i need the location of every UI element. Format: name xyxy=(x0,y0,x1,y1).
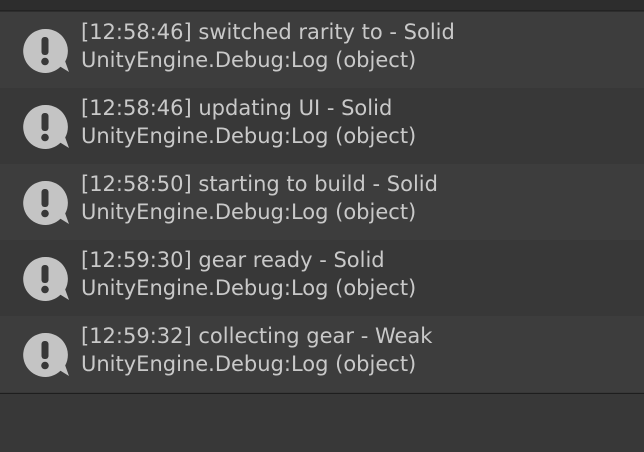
log-entry[interactable]: [12:58:46] switched rarity to - Solid Un… xyxy=(0,12,644,88)
log-message: [12:58:46] updating UI - Solid xyxy=(81,96,393,120)
divider xyxy=(0,10,644,11)
log-message: [12:58:46] switched rarity to - Solid xyxy=(81,20,455,44)
log-message: [12:59:32] collecting gear - Weak xyxy=(81,324,433,348)
log-entry[interactable]: [12:59:32] collecting gear - Weak UnityE… xyxy=(0,316,644,392)
log-stack-trace: UnityEngine.Debug:Log (object) xyxy=(81,276,417,300)
log-stack-trace: UnityEngine.Debug:Log (object) xyxy=(81,124,417,148)
unity-console-window: [12:58:46] switched rarity to - Solid Un… xyxy=(0,0,644,452)
info-speech-bubble-icon xyxy=(23,256,69,301)
log-entry[interactable]: [12:58:46] updating UI - Solid UnityEngi… xyxy=(0,88,644,164)
info-speech-bubble-icon xyxy=(23,104,69,149)
log-detail-pane[interactable] xyxy=(0,394,644,452)
log-stack-trace: UnityEngine.Debug:Log (object) xyxy=(81,200,417,224)
info-speech-bubble-icon xyxy=(23,180,69,225)
info-speech-bubble-icon xyxy=(23,28,69,73)
log-message: [12:59:30] gear ready - Solid xyxy=(81,248,385,272)
log-entry[interactable]: [12:59:30] gear ready - Solid UnityEngin… xyxy=(0,240,644,316)
log-message: [12:58:50] starting to build - Solid xyxy=(81,172,438,196)
log-entry-list[interactable]: [12:58:46] switched rarity to - Solid Un… xyxy=(0,12,644,393)
log-stack-trace: UnityEngine.Debug:Log (object) xyxy=(81,352,417,376)
log-entry[interactable]: [12:58:50] starting to build - Solid Uni… xyxy=(0,164,644,240)
log-stack-trace: UnityEngine.Debug:Log (object) xyxy=(81,48,417,72)
info-speech-bubble-icon xyxy=(23,332,69,377)
